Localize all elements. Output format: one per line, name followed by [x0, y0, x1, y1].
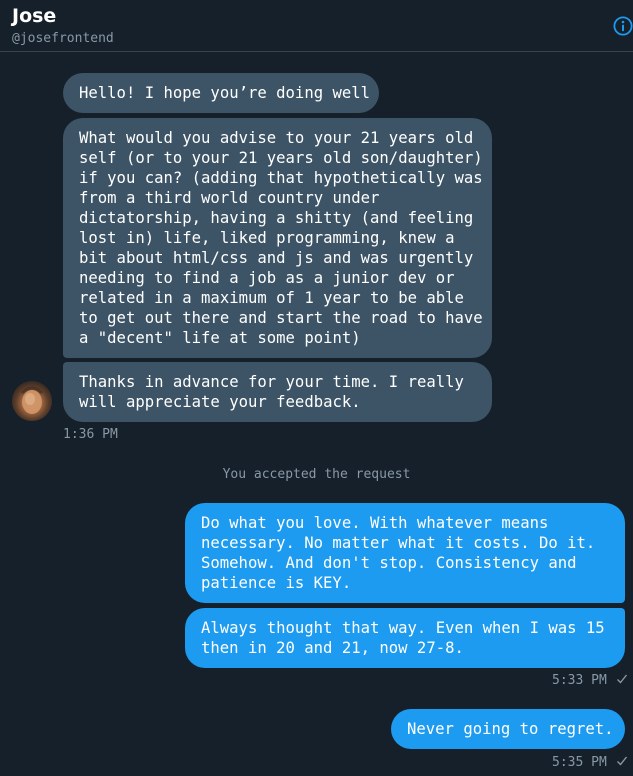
incoming-message[interactable]: What would you advise to your 21 years o… — [63, 118, 492, 358]
contact-name[interactable]: Jose — [12, 5, 56, 27]
read-check-icon — [616, 674, 627, 684]
conversation-header: Jose @josefrontend — [0, 0, 633, 52]
outgoing-message[interactable]: Always thought that way. Even when I was… — [185, 608, 625, 668]
contact-handle[interactable]: @josefrontend — [12, 31, 114, 46]
read-check-icon — [616, 756, 627, 766]
incoming-message[interactable]: Hello! I hope you’re doing well — [63, 73, 379, 113]
message-timestamp: 1:36 PM — [63, 427, 118, 442]
contact-avatar[interactable] — [12, 381, 52, 421]
timestamp-text: 5:33 PM — [552, 673, 607, 688]
message-timestamp: 5:35 PM — [552, 755, 628, 770]
timestamp-text: 5:35 PM — [552, 755, 607, 770]
system-message: You accepted the request — [222, 467, 411, 482]
info-icon[interactable] — [613, 16, 633, 36]
outgoing-message[interactable]: Never going to regret. — [391, 709, 625, 749]
incoming-message[interactable]: Thanks in advance for your time. I reall… — [63, 362, 492, 422]
message-timestamp: 5:33 PM — [552, 673, 628, 688]
outgoing-message[interactable]: Do what you love. With whatever means ne… — [185, 503, 625, 603]
